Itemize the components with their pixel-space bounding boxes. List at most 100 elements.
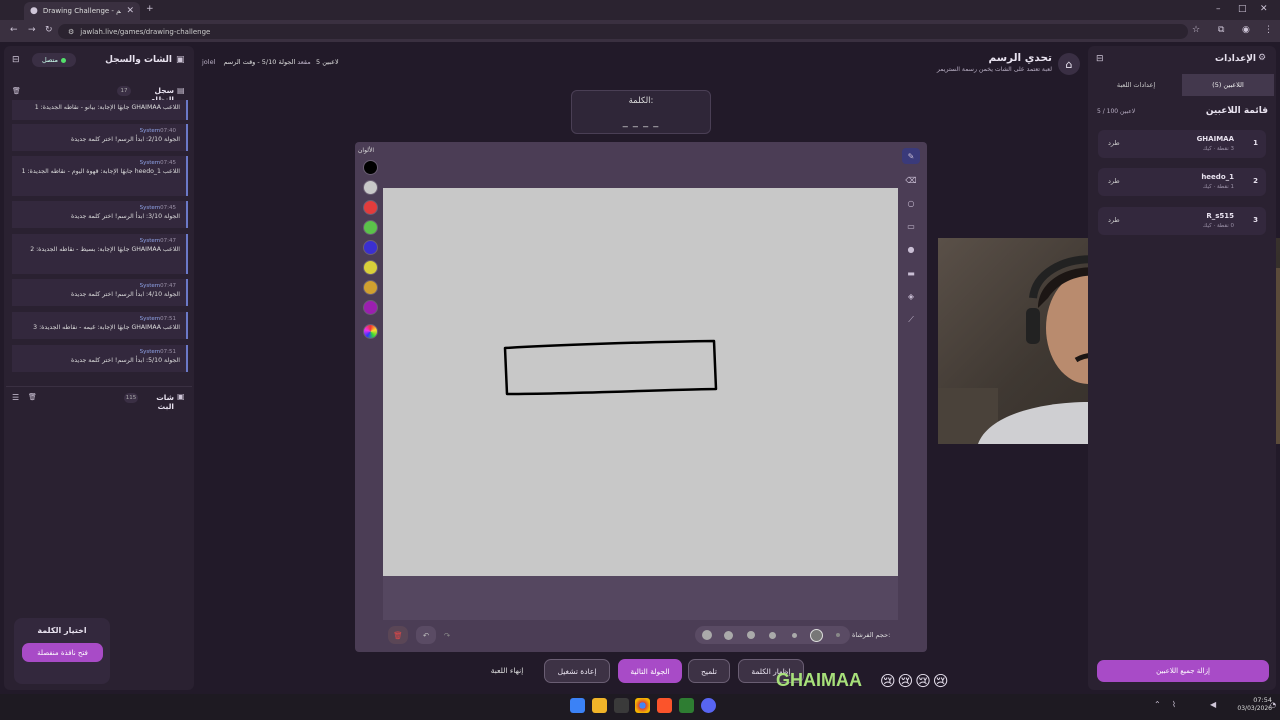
color-swatch[interactable] (363, 180, 378, 195)
undo-button[interactable]: ↶ (416, 626, 436, 644)
tab-close-icon[interactable]: ✕ (126, 6, 134, 16)
maximize-icon[interactable]: □ (1238, 4, 1247, 14)
tab-game-settings[interactable]: إعدادات اللعبة (1090, 74, 1182, 96)
system-log-time: 07:51 (160, 349, 176, 355)
tab-players[interactable]: اللاعبين (5) (1182, 74, 1274, 96)
system-log-time: 07:45 (160, 205, 176, 211)
hint-button[interactable]: تلميح (688, 659, 730, 683)
pen-tool-button[interactable]: ✎ (902, 148, 920, 164)
color-swatch[interactable] (363, 240, 378, 255)
filled-rectangle-tool-button[interactable]: ▬ (902, 265, 920, 281)
browser-tab[interactable]: ● Drawing Challenge - تحدي الرسم ✕ (24, 2, 140, 20)
discord-icon[interactable] (701, 698, 716, 713)
open-separate-window-button[interactable]: فتح نافذة منفصلة (22, 643, 103, 662)
rectangle-tool-button[interactable]: ▭ (902, 218, 920, 234)
browser-tab-bar (0, 0, 1280, 20)
restart-button[interactable]: إعادة تشغيل (544, 659, 610, 683)
eraser-icon: ⌫ (905, 175, 917, 185)
notification-icon[interactable]: ◔ (1270, 701, 1276, 709)
kick-player-button[interactable]: طرد (1108, 216, 1120, 224)
system-log-text: الجولة 4/10: ابدأ الرسم! اختر كلمة جديدة (70, 291, 180, 299)
forward-icon[interactable]: → (28, 25, 36, 35)
system-log-count: 17 (117, 86, 131, 96)
kick-player-button[interactable]: طرد (1108, 139, 1120, 147)
player-meta: 1 نقطة · كيك (1202, 184, 1234, 190)
player-row: 1 GHAIMAA 3 نقطة · كيك طرد (1098, 130, 1266, 158)
status-text: متصل (41, 56, 58, 64)
back-icon[interactable]: ← (10, 25, 18, 35)
color-swatch[interactable] (363, 200, 378, 215)
system-log-text: الجولة 3/10: ابدأ الرسم! اختر كلمة جديدة (70, 213, 180, 221)
brush-size-6[interactable] (724, 631, 733, 640)
kick-player-button[interactable]: طرد (1108, 177, 1120, 185)
home-button[interactable]: ⌂ (1058, 53, 1080, 75)
status-dot-icon (61, 57, 66, 63)
redo-button[interactable]: ↷ (437, 626, 457, 644)
player-name: R_s515 (1206, 212, 1234, 220)
color-swatch[interactable] (363, 160, 378, 175)
pen-icon: ✎ (907, 151, 915, 161)
bookmark-star-icon[interactable]: ☆ (1192, 25, 1200, 35)
brave-icon[interactable] (657, 698, 672, 713)
eraser-tool-button[interactable]: ⌫ (902, 172, 920, 188)
color-swatch[interactable] (363, 220, 378, 235)
system-log-clear-icon[interactable]: 🗑 (12, 87, 21, 95)
canvas-bottom-bar (383, 576, 898, 620)
system-log-time: 07:47 (160, 283, 176, 289)
menu-icon[interactable]: ⋮ (1264, 25, 1273, 35)
clear-canvas-button[interactable]: 🗑 (388, 626, 408, 644)
system-log-text: الجولة 5/10: ابدأ الرسم! اختر كلمة جديدة (70, 357, 180, 365)
color-swatch[interactable] (363, 300, 378, 315)
page-subtitle: لعبة تعتمد على الشات يخمن رسمة الستريمر (936, 66, 1052, 73)
system-log-item: System07:45 الجولة 3/10: ابدأ الرسم! اختر… (12, 201, 188, 228)
redo-icon: ↷ (443, 630, 451, 640)
circle-tool-button[interactable]: ○ (902, 195, 920, 211)
chat-filter-icon[interactable]: ☰ (12, 393, 19, 402)
new-tab-icon[interactable]: + (146, 4, 154, 14)
site-info-icon[interactable]: ⚙ (68, 28, 74, 36)
network-icon[interactable]: ⌇ (1172, 700, 1176, 709)
players-count: 5 / 100 لاعبين (1097, 108, 1136, 115)
window-close-icon[interactable]: ✕ (1260, 4, 1268, 14)
collapse-settings-icon[interactable]: ⊟ (1096, 54, 1104, 64)
brush-size-5[interactable] (747, 631, 755, 639)
favicon-icon: ● (30, 6, 38, 16)
color-swatch[interactable] (363, 280, 378, 295)
fill-bucket-tool-button[interactable]: ◈ (902, 288, 920, 304)
url-field[interactable]: ⚙ jawlah.live/games/drawing-challenge (58, 24, 1188, 39)
chat-clear-icon[interactable]: 🗑 (28, 393, 37, 401)
undo-icon: ↶ (422, 630, 430, 640)
collapse-panel-icon[interactable]: ⊟ (12, 55, 20, 65)
reload-icon[interactable]: ↻ (45, 25, 53, 35)
next-round-button[interactable]: الجولة التالية (618, 659, 682, 683)
left-panel-title: الشات والسجل (105, 55, 172, 65)
system-log-icon: ▤ (177, 86, 185, 95)
brush-size-3[interactable] (792, 633, 797, 638)
filled-circle-tool-button[interactable]: ● (902, 241, 920, 257)
remove-all-players-button[interactable]: إزالة جميع اللاعبين (1097, 660, 1269, 682)
app-icon[interactable] (679, 698, 694, 713)
brush-size-2[interactable] (810, 629, 823, 642)
line-tool-button[interactable]: ⟋ (902, 312, 920, 328)
end-game-link[interactable]: إنهاء اللعبة (478, 666, 536, 675)
volume-icon[interactable]: ◀ (1210, 700, 1216, 709)
color-swatch[interactable] (363, 260, 378, 275)
minimize-icon[interactable]: – (1216, 4, 1221, 14)
chat-panel-icon: ▣ (176, 55, 185, 65)
circle-icon: ○ (907, 198, 915, 208)
brush-size-7[interactable] (702, 630, 712, 640)
system-log-item: System07:47 اللاعب GHAIMAA جابهَا الإجابة… (12, 234, 188, 274)
system-log-meta: System07:51 (139, 349, 176, 355)
file-explorer-icon[interactable] (592, 698, 607, 713)
chrome-icon[interactable] (635, 698, 650, 713)
brush-size-4[interactable] (769, 632, 776, 639)
tray-chevron-icon[interactable]: ⌃ (1154, 700, 1161, 709)
extensions-icon[interactable]: ⧉ (1218, 25, 1224, 35)
brush-size-1[interactable] (836, 633, 840, 637)
profile-icon[interactable]: ◉ (1242, 25, 1250, 35)
drawing-canvas[interactable] (383, 188, 898, 576)
start-icon[interactable] (570, 698, 585, 713)
store-icon[interactable] (614, 698, 629, 713)
custom-color-picker[interactable] (363, 324, 378, 339)
page-title: تحدي الرسم (988, 52, 1053, 64)
